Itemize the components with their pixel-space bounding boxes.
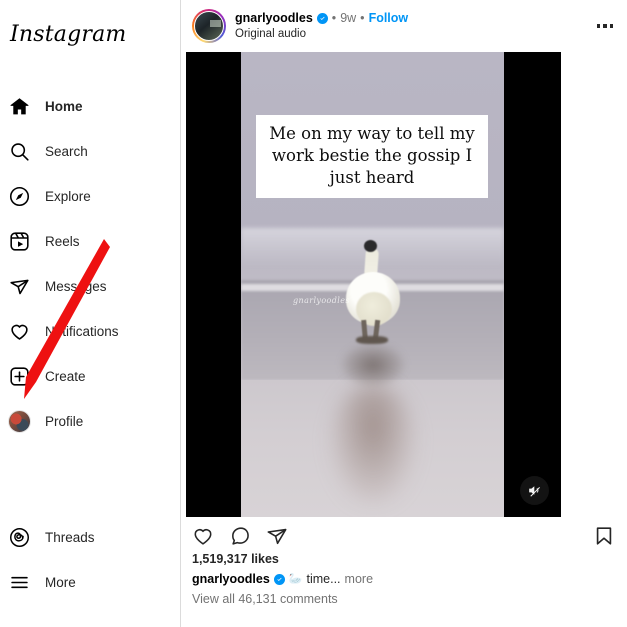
caption-text: time... — [306, 572, 341, 586]
sidebar-item-label: Threads — [45, 529, 95, 545]
video-bird-shadow — [341, 344, 404, 386]
sidebar-item-search[interactable]: Search — [0, 129, 180, 174]
hamburger-icon — [7, 571, 31, 595]
profile-avatar — [7, 410, 31, 433]
sidebar-item-threads[interactable]: Threads — [0, 515, 180, 560]
reels-icon — [7, 230, 31, 254]
separator-dot: • — [331, 11, 337, 25]
sidebar-item-label: Messages — [45, 278, 107, 294]
post-media[interactable]: gnarlyoodles Me on my way to tell my wor… — [186, 52, 561, 517]
post-author-username[interactable]: gnarlyoodles — [235, 11, 313, 26]
threads-icon — [7, 526, 31, 550]
follow-button[interactable]: Follow — [369, 11, 409, 26]
like-button[interactable] — [192, 525, 214, 547]
caption-username[interactable]: gnarlyoodles — [192, 571, 270, 587]
home-icon — [7, 95, 31, 119]
sidebar-item-label: Reels — [45, 233, 80, 249]
sidebar-item-label: Profile — [45, 413, 84, 429]
plus-square-icon — [7, 365, 31, 389]
post-author-line: gnarlyoodles • 9w • Follow — [235, 11, 408, 26]
instagram-app: Instagram Home Search Explore Reels Mess… — [0, 0, 627, 627]
sidebar-item-reels[interactable]: Reels — [0, 219, 180, 264]
video-watermark: gnarlyoodles — [293, 296, 350, 305]
post-audio-label[interactable]: Original audio — [235, 27, 408, 41]
video-overlay-text: Me on my way to tell my work bestie the … — [256, 115, 488, 198]
search-icon — [7, 140, 31, 164]
sidebar-item-explore[interactable]: Explore — [0, 174, 180, 219]
post-caption: gnarlyoodles 🦢 time... more — [181, 566, 627, 587]
share-button[interactable] — [266, 525, 288, 547]
sidebar-item-home[interactable]: Home — [0, 84, 180, 129]
sidebar-item-label: Notifications — [45, 323, 119, 339]
sidebar-nav: Home Search Explore Reels Messages Notif… — [0, 84, 180, 444]
caption-emoji: 🦢 — [288, 573, 303, 585]
like-count: 1,519,317 likes — [192, 552, 279, 566]
post-timestamp: 9w — [340, 11, 357, 25]
sidebar-item-label: More — [45, 574, 76, 590]
video-reflection — [241, 380, 504, 517]
save-button[interactable] — [593, 525, 615, 547]
separator-dot: • — [360, 11, 365, 25]
instagram-logo[interactable]: Instagram — [10, 22, 126, 47]
sidebar-item-label: Create — [45, 368, 86, 384]
caption-more-link[interactable]: more — [345, 571, 373, 587]
feed-post: gnarlyoodles • 9w • Follow Original audi… — [181, 0, 627, 606]
compass-icon — [7, 185, 31, 209]
verified-badge-icon — [273, 573, 285, 585]
sidebar-item-more[interactable]: More — [0, 560, 180, 605]
post-actions — [181, 517, 627, 550]
avatar-icon — [7, 410, 31, 434]
sidebar-bottom-nav: Threads More — [0, 515, 180, 605]
sidebar-item-label: Search — [45, 143, 88, 159]
paper-plane-icon — [7, 275, 31, 299]
video-frame: gnarlyoodles Me on my way to tell my wor… — [241, 52, 504, 517]
comment-button[interactable] — [229, 525, 251, 547]
view-comments-link[interactable]: View all 46,131 comments — [181, 587, 627, 606]
main-feed: gnarlyoodles • 9w • Follow Original audi… — [181, 0, 627, 627]
heart-icon — [7, 320, 31, 344]
post-header-text: gnarlyoodles • 9w • Follow Original audi… — [235, 11, 408, 41]
post-header: gnarlyoodles • 9w • Follow Original audi… — [181, 0, 627, 52]
sidebar: Instagram Home Search Explore Reels Mess… — [0, 0, 181, 627]
sidebar-item-messages[interactable]: Messages — [0, 264, 180, 309]
sidebar-item-label: Explore — [45, 188, 91, 204]
sidebar-item-profile[interactable]: Profile — [0, 399, 180, 444]
sidebar-item-notifications[interactable]: Notifications — [0, 309, 180, 354]
sidebar-item-label: Home — [45, 98, 83, 114]
more-options-icon[interactable] — [595, 16, 616, 36]
speaker-mute-icon[interactable] — [520, 476, 549, 505]
author-avatar[interactable] — [192, 9, 226, 43]
verified-badge-icon — [316, 13, 328, 24]
sidebar-item-create[interactable]: Create — [0, 354, 180, 399]
